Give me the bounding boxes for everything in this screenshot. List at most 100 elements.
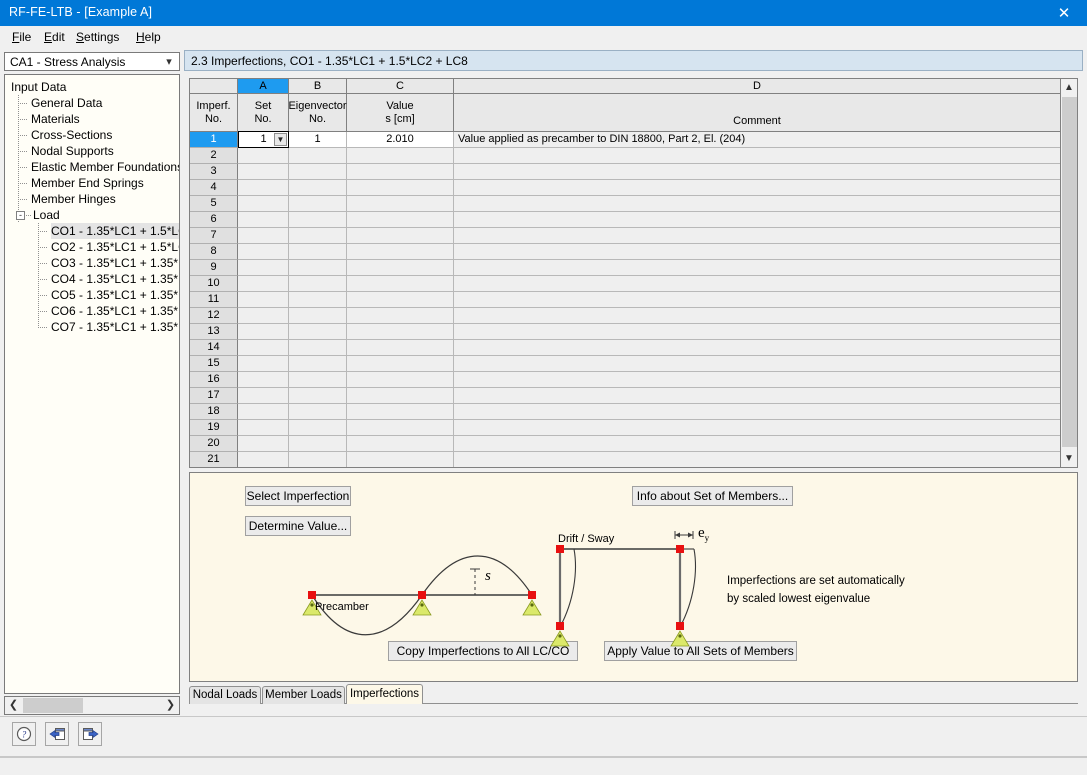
cell-empty[interactable]: [347, 436, 454, 452]
cell-empty[interactable]: [454, 356, 1060, 372]
cell-empty[interactable]: [454, 324, 1060, 340]
scrollbar-thumb[interactable]: [1062, 97, 1077, 447]
cell-empty[interactable]: [454, 244, 1060, 260]
cell-empty[interactable]: [238, 212, 289, 228]
cell-empty[interactable]: [238, 340, 289, 356]
cell-empty[interactable]: [454, 404, 1060, 420]
menu-item-edit[interactable]: Edit: [38, 29, 71, 45]
tree-item-member-hinges[interactable]: Member Hinges: [31, 191, 116, 207]
row-header[interactable]: 7: [190, 228, 238, 244]
chevron-down-icon[interactable]: ▾: [163, 56, 175, 68]
cell-empty[interactable]: [238, 228, 289, 244]
cell-empty[interactable]: [289, 436, 347, 452]
cell-empty[interactable]: [289, 324, 347, 340]
determine-value-button[interactable]: Determine Value...: [245, 516, 351, 536]
cell-empty[interactable]: [454, 212, 1060, 228]
row-header[interactable]: 8: [190, 244, 238, 260]
cell-empty[interactable]: [454, 164, 1060, 180]
row-header[interactable]: 15: [190, 356, 238, 372]
cell-comment[interactable]: Value applied as precamber to DIN 18800,…: [454, 132, 1060, 148]
tree-item-nodal-supports[interactable]: Nodal Supports: [31, 143, 114, 159]
scrollbar-thumb[interactable]: [23, 698, 83, 713]
row-header[interactable]: 10: [190, 276, 238, 292]
cell-empty[interactable]: [347, 212, 454, 228]
cell-empty[interactable]: [289, 276, 347, 292]
cell-empty[interactable]: [454, 260, 1060, 276]
cell-empty[interactable]: [289, 260, 347, 276]
row-header[interactable]: 12: [190, 308, 238, 324]
cell-empty[interactable]: [289, 244, 347, 260]
cell-empty[interactable]: [454, 228, 1060, 244]
row-header[interactable]: 1: [190, 132, 238, 148]
cell-empty[interactable]: [454, 372, 1060, 388]
tree-item-co6[interactable]: CO6 - 1.35*LC1 + 1.35*LC: [51, 303, 179, 319]
tree-item-co5[interactable]: CO5 - 1.35*LC1 + 1.35*LC: [51, 287, 179, 303]
cell-empty[interactable]: [347, 260, 454, 276]
row-header[interactable]: 9: [190, 260, 238, 276]
cell-empty[interactable]: [289, 212, 347, 228]
cell-empty[interactable]: [347, 308, 454, 324]
tree-item-co7[interactable]: CO7 - 1.35*LC1 + 1.35*LC: [51, 319, 179, 335]
chevron-right-icon[interactable]: ❯: [162, 697, 179, 714]
cell-empty[interactable]: [238, 420, 289, 436]
select-imperfection-button[interactable]: Select Imperfection: [245, 486, 351, 506]
tree-item-cross-sections[interactable]: Cross-Sections: [31, 127, 112, 143]
column-letter-d[interactable]: D: [454, 79, 1060, 94]
row-header[interactable]: 6: [190, 212, 238, 228]
cell-empty[interactable]: [347, 356, 454, 372]
tree-item-input-data[interactable]: Input Data: [11, 79, 66, 95]
cell-empty[interactable]: [289, 372, 347, 388]
cell-empty[interactable]: [238, 356, 289, 372]
cell-empty[interactable]: [454, 276, 1060, 292]
cell-empty[interactable]: [347, 148, 454, 164]
cell-empty[interactable]: [289, 420, 347, 436]
info-about-set-of-members-button[interactable]: Info about Set of Members...: [632, 486, 793, 506]
row-header[interactable]: 17: [190, 388, 238, 404]
cell-empty[interactable]: [238, 308, 289, 324]
cell-empty[interactable]: [289, 452, 347, 467]
chevron-up-icon[interactable]: ▲: [1061, 79, 1077, 96]
cell-empty[interactable]: [289, 228, 347, 244]
cell-value[interactable]: 2.010: [347, 132, 454, 148]
cell-empty[interactable]: [347, 372, 454, 388]
tree-item-co4[interactable]: CO4 - 1.35*LC1 + 1.35*LC: [51, 271, 179, 287]
tree-item-co2[interactable]: CO2 - 1.35*LC1 + 1.5*LC3: [51, 239, 179, 255]
cell-empty[interactable]: [347, 452, 454, 467]
cell-empty[interactable]: [238, 404, 289, 420]
row-header[interactable]: 13: [190, 324, 238, 340]
tree-item-co1[interactable]: CO1 - 1.35*LC1 + 1.5*LC2: [51, 223, 179, 239]
cell-empty[interactable]: [289, 404, 347, 420]
tree-collapse-icon[interactable]: -: [16, 211, 25, 220]
tree-item-general-data[interactable]: General Data: [31, 95, 102, 111]
column-letter-c[interactable]: C: [347, 79, 454, 94]
row-header[interactable]: 11: [190, 292, 238, 308]
cell-empty[interactable]: [238, 324, 289, 340]
cell-empty[interactable]: [454, 308, 1060, 324]
chevron-down-icon[interactable]: ▼: [1061, 450, 1077, 467]
cell-empty[interactable]: [454, 452, 1060, 467]
cell-empty[interactable]: [238, 436, 289, 452]
menu-item-file[interactable]: File: [6, 29, 37, 45]
cell-empty[interactable]: [238, 148, 289, 164]
cell-empty[interactable]: [289, 340, 347, 356]
cell-empty[interactable]: [238, 244, 289, 260]
cell-empty[interactable]: [238, 452, 289, 467]
tree-item-load[interactable]: Load: [33, 207, 60, 223]
cell-empty[interactable]: [347, 324, 454, 340]
row-header[interactable]: 16: [190, 372, 238, 388]
tab-member-loads[interactable]: Member Loads: [262, 686, 345, 704]
column-letter-a[interactable]: A: [238, 79, 289, 94]
cell-empty[interactable]: [347, 388, 454, 404]
tab-imperfections[interactable]: Imperfections: [346, 684, 423, 704]
cell-empty[interactable]: [347, 228, 454, 244]
cell-empty[interactable]: [238, 276, 289, 292]
row-header[interactable]: 18: [190, 404, 238, 420]
row-header[interactable]: 21: [190, 452, 238, 467]
close-icon[interactable]: ✕: [1041, 0, 1087, 26]
cell-empty[interactable]: [454, 148, 1060, 164]
cell-empty[interactable]: [347, 180, 454, 196]
row-header[interactable]: 4: [190, 180, 238, 196]
cell-empty[interactable]: [289, 308, 347, 324]
cell-empty[interactable]: [238, 180, 289, 196]
cell-empty[interactable]: [347, 244, 454, 260]
